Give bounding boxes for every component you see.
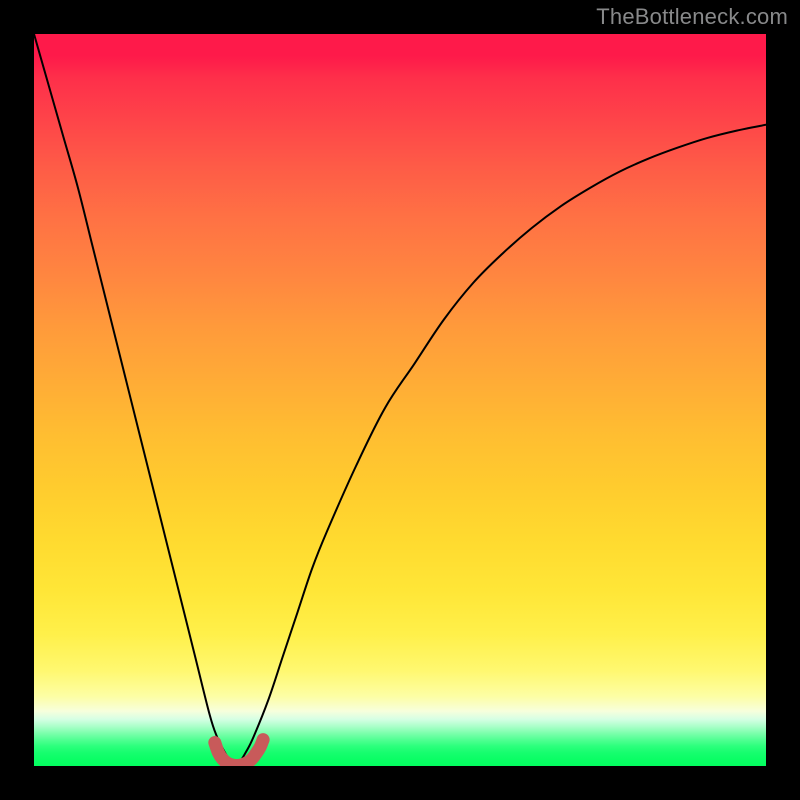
bottleneck-curve	[34, 34, 766, 764]
minimum-marker	[215, 740, 263, 766]
curve-layer	[34, 34, 766, 766]
watermark-text: TheBottleneck.com	[596, 4, 788, 30]
plot-area	[34, 34, 766, 766]
chart-frame: TheBottleneck.com	[0, 0, 800, 800]
